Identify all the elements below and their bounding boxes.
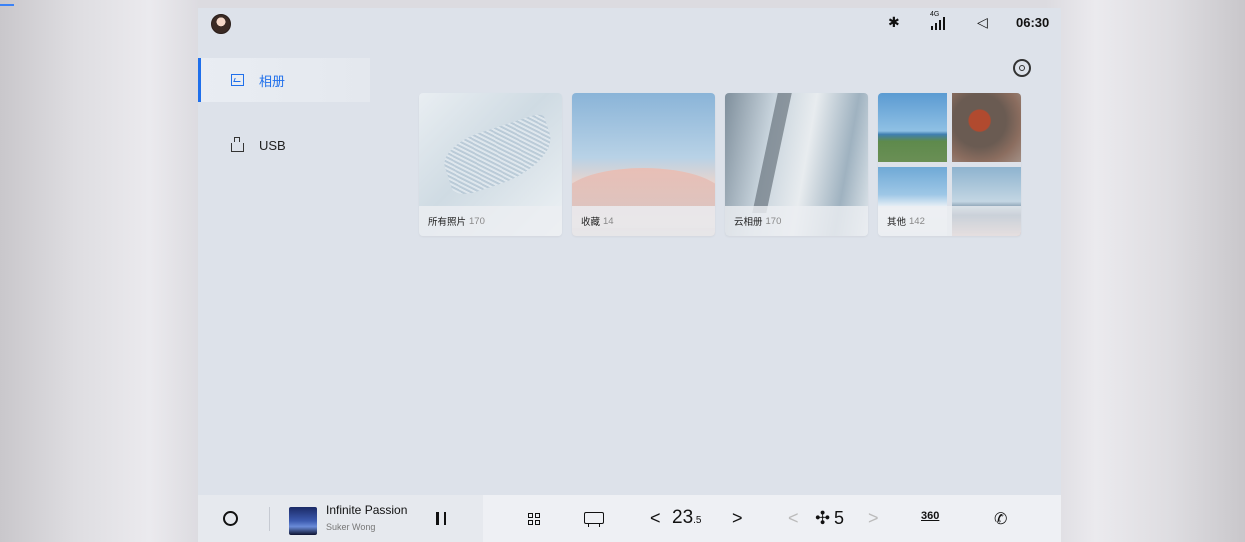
- temperature-value: 23: [672, 507, 694, 528]
- phone-icon[interactable]: ✆: [994, 509, 1007, 529]
- volume-icon[interactable]: ◁: [977, 14, 988, 31]
- album-name: 其他: [887, 217, 907, 228]
- gallery-screen: ✱ 4G ◁ 06:30 相册 USB 所有照片 170 收藏 14 云相册 1…: [198, 8, 1061, 542]
- song-artist: Suker Wong: [326, 522, 376, 532]
- fan-increase-button[interactable]: >: [868, 508, 879, 529]
- signal-label: 4G: [930, 11, 940, 18]
- app-grid-icon[interactable]: [528, 513, 541, 526]
- temperature-display: 23.5: [672, 507, 701, 529]
- home-button[interactable]: [223, 511, 238, 526]
- fan-level: 5: [834, 508, 845, 528]
- temp-increase-button[interactable]: >: [732, 508, 743, 529]
- album-count: 142: [909, 215, 925, 227]
- sidebar-item-label: USB: [259, 137, 286, 153]
- album-cover-image: [438, 112, 560, 199]
- clock: 06:30: [1016, 15, 1050, 30]
- album-cover-image: [752, 93, 792, 213]
- album-caption: 收藏 14: [572, 206, 715, 236]
- car-seat-icon[interactable]: [584, 512, 604, 527]
- album-card-other[interactable]: 其他 142: [878, 93, 1021, 236]
- temperature-decimal: .5: [693, 515, 702, 526]
- album-count: 170: [765, 215, 782, 227]
- album-name: 收藏: [581, 217, 601, 228]
- window-accent-mark: [0, 4, 14, 6]
- album-caption: 其他 142: [878, 206, 1021, 236]
- pause-button[interactable]: [436, 512, 446, 525]
- album-thumbnail: [952, 93, 1021, 162]
- sidebar-item-label: 相册: [259, 73, 286, 89]
- album-card-favorites[interactable]: 收藏 14: [572, 93, 715, 236]
- album-caption: 所有照片 170: [419, 206, 562, 236]
- dock-divider: [269, 507, 270, 531]
- bottom-dock: Infinite Passion Suker Wong < 23.5 > < ✣…: [198, 495, 1061, 542]
- signal-icon: 4G: [928, 11, 950, 30]
- album-card-cloud[interactable]: 云相册 170: [725, 93, 868, 236]
- usb-icon: [231, 136, 244, 152]
- temp-decrease-button[interactable]: <: [650, 508, 661, 529]
- fan-icon: ✣: [815, 508, 831, 528]
- album-caption: 云相册 170: [725, 206, 868, 236]
- photo-album-icon: [231, 74, 244, 86]
- album-name: 所有照片: [428, 217, 467, 228]
- sidebar-item-usb[interactable]: USB: [198, 123, 370, 167]
- camera-360-button[interactable]: 360: [921, 510, 939, 522]
- album-count: 170: [469, 215, 485, 227]
- settings-icon[interactable]: [1013, 59, 1031, 77]
- fan-decrease-button[interactable]: <: [788, 508, 799, 529]
- album-card-all-photos[interactable]: 所有照片 170: [419, 93, 562, 236]
- bluetooth-icon: ✱: [888, 14, 900, 30]
- album-art[interactable]: [289, 507, 317, 535]
- album-thumbnail: [878, 93, 947, 162]
- sidebar-item-album[interactable]: 相册: [198, 58, 370, 102]
- album-count: 14: [603, 215, 614, 227]
- song-title[interactable]: Infinite Passion: [326, 503, 407, 517]
- album-name: 云相册: [734, 217, 763, 228]
- user-avatar[interactable]: [211, 14, 231, 34]
